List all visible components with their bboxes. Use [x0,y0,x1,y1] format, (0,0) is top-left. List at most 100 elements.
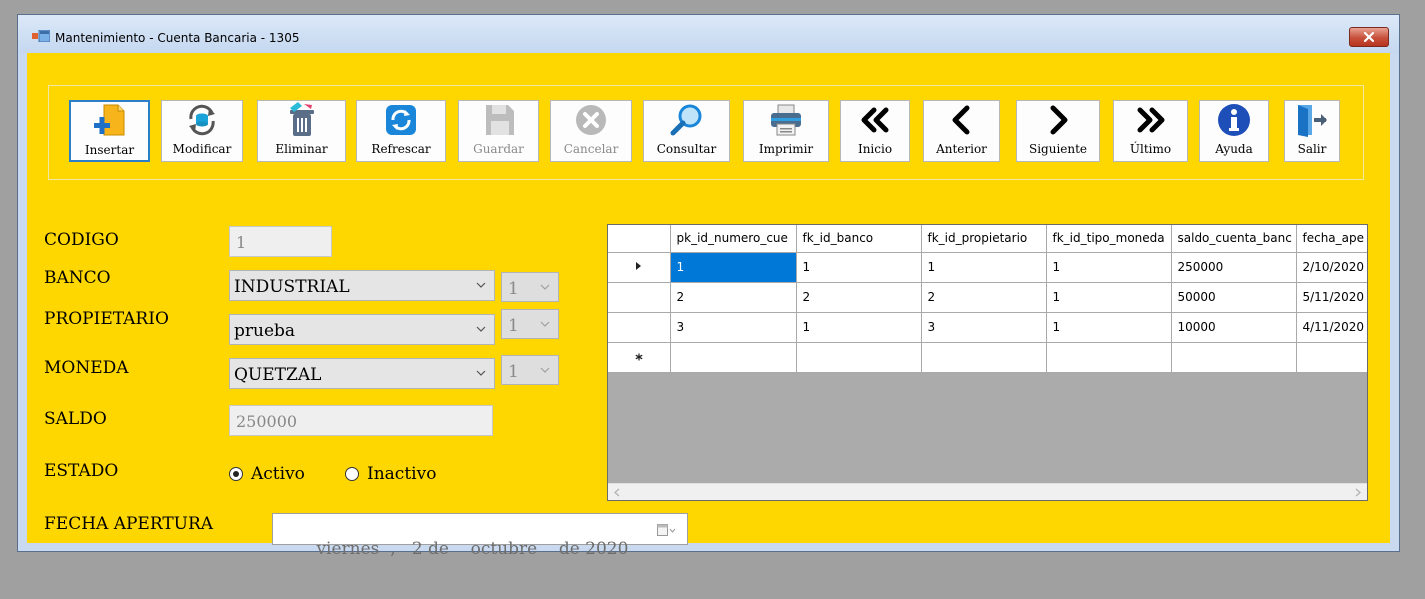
first-label: Inicio [857,142,893,156]
help-label: Ayuda [1215,142,1253,156]
modify-button[interactable]: Modificar [161,100,243,162]
next-button[interactable]: Siguiente [1016,100,1100,162]
scroll-left-icon[interactable] [614,488,620,497]
grid-cell[interactable]: 2/10/2020 [1296,252,1367,283]
exit-button[interactable]: Salir [1284,100,1340,162]
moneda-selected: QUETZAL [234,365,322,385]
propietario-id-combobox[interactable]: 1 [501,309,559,339]
estado-label: ESTADO [44,461,119,481]
activo-radio[interactable]: Activo [229,464,305,484]
next-icon [1050,105,1068,135]
delete-button[interactable]: Eliminar [257,100,346,162]
help-button[interactable]: Ayuda [1199,100,1269,162]
previous-label: Anterior [936,142,987,156]
grid-cell[interactable]: 3 [670,312,797,343]
save-button[interactable]: Guardar [458,100,539,162]
refresh-button[interactable]: Refrescar [356,100,446,162]
grid-cell[interactable]: 4/11/2020 [1296,312,1367,343]
title-bar[interactable]: Mantenimiento - Cuenta Bancaria - 1305 [18,15,1399,53]
chevron-down-icon [476,282,486,288]
column-header[interactable]: fk_id_propietario [921,225,1047,253]
grid-cell[interactable]: 10000 [1171,312,1297,343]
chevron-down-icon [476,370,486,376]
grid-cell[interactable]: 1 [796,312,922,343]
grid-cell[interactable]: 1 [1046,282,1172,313]
calendar-dropdown-icon[interactable] [657,523,675,537]
saldo-label: SALDO [44,409,107,429]
inactivo-radio[interactable]: Inactivo [345,464,436,484]
column-header[interactable]: pk_id_numero_cue [670,225,797,253]
previous-button[interactable]: Anterior [923,100,1000,162]
grid-cell[interactable]: 50000 [1171,282,1297,313]
grid-cell[interactable]: 1 [670,252,797,283]
grid-cell[interactable]: 2 [670,282,797,313]
grid-table: pk_id_numero_cue fk_id_banco fk_id_propi… [608,225,1367,373]
grid-cell[interactable] [1171,342,1297,373]
banco-label: BANCO [44,268,111,288]
last-button[interactable]: Último [1113,100,1188,162]
saldo-field[interactable]: 250000 [229,405,493,436]
scroll-right-icon[interactable] [1355,488,1361,497]
codigo-field[interactable]: 1 [229,226,332,257]
grid-cell[interactable]: 250000 [1171,252,1297,283]
propietario-combobox[interactable]: prueba [229,314,495,345]
column-header[interactable]: saldo_cuenta_banc [1171,225,1297,253]
grid-header-row: pk_id_numero_cue fk_id_banco fk_id_propi… [608,225,1367,253]
accounts-grid[interactable]: pk_id_numero_cue fk_id_banco fk_id_propi… [607,224,1368,501]
print-label: Imprimir [758,142,814,156]
delete-label: Eliminar [275,142,328,156]
cancel-button[interactable]: Cancelar [550,100,632,162]
grid-cell[interactable] [921,342,1047,373]
row-header[interactable] [608,252,671,283]
column-header[interactable]: fk_id_banco [796,225,922,253]
activo-label: Activo [251,464,305,484]
table-row[interactable]: 1 1 1 1 250000 2/10/2020 [608,252,1367,283]
grid-cell[interactable] [670,342,797,373]
banco-id-selected: 1 [508,279,519,299]
row-header[interactable] [608,282,671,313]
banco-combobox[interactable]: INDUSTRIAL [229,270,495,301]
first-button[interactable]: Inicio [840,100,910,162]
save-icon [485,105,514,135]
last-label: Último [1129,142,1172,156]
codigo-label: CODIGO [44,230,119,250]
fecha-label: FECHA APERTURA [44,514,214,534]
propietario-id-selected: 1 [508,316,519,336]
grid-cell[interactable] [796,342,922,373]
grid-cell[interactable]: 5/11/2020 [1296,282,1367,313]
moneda-id-selected: 1 [508,362,519,382]
grid-cell[interactable]: 1 [921,252,1047,283]
banco-id-combobox[interactable]: 1 [501,272,559,302]
grid-cell[interactable]: 1 [1046,252,1172,283]
window-title: Mantenimiento - Cuenta Bancaria - 1305 [55,31,300,45]
grid-cell[interactable] [1046,342,1172,373]
moneda-id-combobox[interactable]: 1 [501,355,559,385]
close-button[interactable] [1349,27,1389,47]
first-icon [861,107,889,133]
current-row-icon [635,262,641,270]
fecha-datepicker[interactable]: viernes , 2 de octubre de 2020 [272,513,688,559]
row-header[interactable] [608,312,671,343]
grid-cell[interactable]: 2 [921,282,1047,313]
radio-checked-icon [229,467,243,481]
horizontal-scrollbar[interactable] [608,483,1367,500]
form-body: Insertar Modificar Eliminar Refrescar Gu… [27,53,1390,559]
grid-cell[interactable]: 2 [796,282,922,313]
row-header[interactable] [608,342,671,373]
table-row[interactable]: 2 2 2 1 50000 5/11/2020 [608,282,1367,313]
search-button[interactable]: Consultar [643,100,730,162]
print-button[interactable]: Imprimir [743,100,829,162]
radio-unchecked-icon [345,467,359,481]
moneda-combobox[interactable]: QUETZAL [229,358,495,389]
column-header[interactable]: fecha_ape [1296,225,1367,253]
save-label: Guardar [473,142,524,156]
table-row[interactable]: 3 1 3 1 10000 4/11/2020 [608,312,1367,343]
grid-corner[interactable] [608,225,671,253]
insert-button[interactable]: Insertar [69,100,150,162]
grid-cell[interactable]: 1 [796,252,922,283]
grid-cell[interactable] [1296,342,1367,373]
column-header[interactable]: fk_id_tipo_moneda [1046,225,1172,253]
grid-cell[interactable]: 1 [1046,312,1172,343]
grid-cell[interactable]: 3 [921,312,1047,343]
new-row[interactable] [608,342,1367,373]
